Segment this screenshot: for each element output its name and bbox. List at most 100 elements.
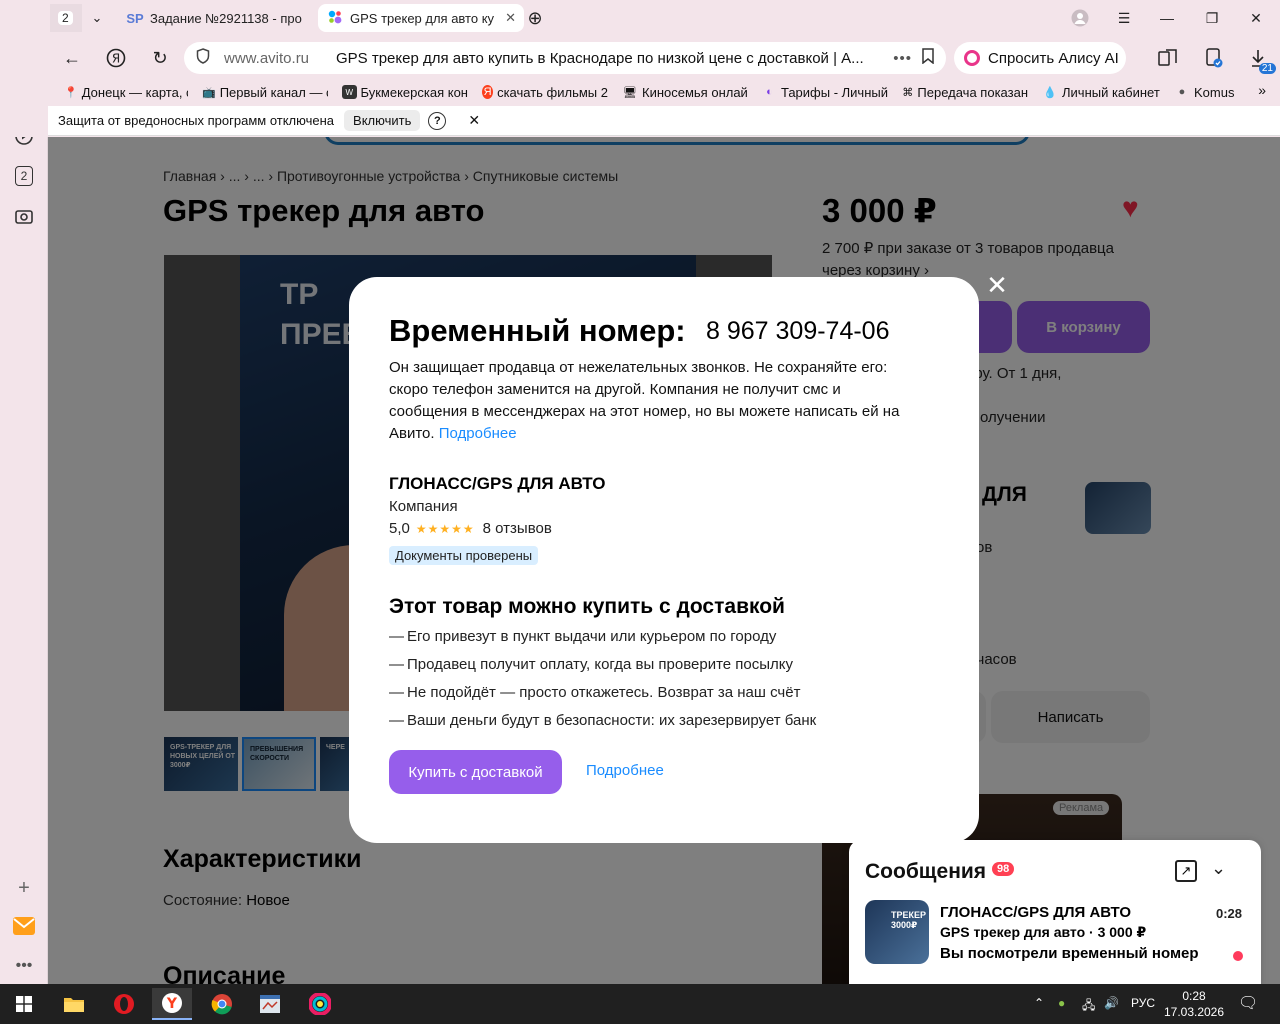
bookmark-bookmaker[interactable]: W Букмекерская кон <box>342 85 468 100</box>
tab-assignment[interactable]: SP Задание №2921138 - про <box>118 4 314 32</box>
bookmark-label: Komus <box>1194 84 1235 100</box>
system-clock[interactable]: 0:28 17.03.2026 <box>1162 988 1226 1020</box>
ask-alice-button[interactable]: Спросить Алису AI <box>954 42 1126 74</box>
reviews-count-link[interactable]: 8 отзывов <box>483 520 552 537</box>
bookmark-donetsk-map[interactable]: 📍 Донецк — карта, с <box>64 85 188 100</box>
tray-app-icon[interactable]: ● <box>1058 996 1065 1010</box>
chat-item-title[interactable]: GPS трекер для авто · 3 000 ₽ <box>940 924 1146 941</box>
windows-start-icon[interactable] <box>4 988 44 1020</box>
address-page-title: GPS трекер для авто купить в Краснодаре … <box>336 49 864 67</box>
bookmarks-overflow-icon[interactable]: » <box>1258 82 1266 98</box>
reload-icon[interactable]: ↻ <box>146 44 174 72</box>
delivery-point: — Не подойдёт — просто откажетесь. Возвра… <box>389 684 800 701</box>
menu-hamburger-icon[interactable]: ☰ <box>1109 6 1139 30</box>
bullet-dash: — <box>389 628 404 645</box>
link-icon: ⌘ <box>902 86 914 99</box>
network-icon[interactable]: 🖧 <box>1082 996 1095 1017</box>
rating-value: 5,0 <box>389 520 410 537</box>
opera-icon[interactable] <box>104 988 144 1020</box>
open-external-icon[interactable]: ↗ <box>1175 860 1197 882</box>
modal-close-icon[interactable]: ✕ <box>985 272 1009 298</box>
rating-stars-icon: ★★★★★ <box>415 521 475 536</box>
yandex-browser-icon[interactable]: Y <box>152 988 192 1020</box>
address-bar[interactable]: www.avito.ru GPS трекер для авто купить … <box>184 42 946 74</box>
close-window-icon[interactable]: ✕ <box>1241 6 1271 30</box>
file-explorer-icon[interactable] <box>54 988 94 1020</box>
bookmark-komus[interactable]: ● Komus <box>1174 85 1236 100</box>
notifications-icon[interactable]: 🗨 <box>1238 993 1258 1013</box>
tv-icon: 📺 <box>202 86 216 99</box>
new-tab-plus-icon[interactable]: ⊕ <box>522 4 548 32</box>
bookmark-label: Личный кабинет <box>1062 84 1160 100</box>
buy-with-delivery-label: Купить с доставкой <box>408 763 543 781</box>
bookmarks-bar: 📍 Донецк — карта, с 📺 Первый канал — с W Бу… <box>48 80 1280 104</box>
yandex-logo-icon[interactable]: Я <box>102 44 130 72</box>
minimize-icon[interactable]: — <box>1152 6 1182 30</box>
delivery-more-link[interactable]: Подробнее <box>586 762 664 779</box>
seller-name[interactable]: ГЛОНАСС/GPS ДЛЯ АВТО <box>389 474 605 494</box>
more-apps-icon[interactable]: ••• <box>12 954 36 978</box>
delivery-point-text: Не подойдёт — просто откажетесь. Возврат… <box>407 684 801 701</box>
screenshot-icon[interactable] <box>12 204 36 228</box>
help-icon[interactable]: ? <box>428 111 447 130</box>
bookmark-label: Тарифы - Личный <box>780 84 888 100</box>
bookmark-tariffs[interactable]: ◐ Тарифы - Личный <box>762 85 888 100</box>
bookmark-label: Передача показан <box>917 84 1028 100</box>
delivery-point-text: Продавец получит оплату, когда вы провер… <box>407 656 794 673</box>
seller-type: Компания <box>389 498 458 515</box>
operator-favicon-icon: ◐ <box>766 86 773 98</box>
chrome-icon[interactable] <box>202 988 242 1020</box>
clock-time: 0:28 <box>1182 989 1206 1003</box>
bookmark-meter-readings[interactable]: ⌘ Передача показан <box>902 85 1028 100</box>
temporary-phone-number[interactable]: 8 967 309-74-06 <box>706 317 889 346</box>
messages-widget: Сообщения 98 ↗ ⌄ ТРЕКЕР 3000₽ ГЛОНАСС/GP… <box>849 840 1261 984</box>
downloads-count-badge: 21 <box>1258 63 1276 74</box>
color-wheel-app-icon[interactable] <box>300 988 340 1020</box>
restore-icon[interactable]: ❐ <box>1197 6 1227 30</box>
chat-avatar[interactable]: ТРЕКЕР 3000₽ <box>865 900 929 964</box>
chat-time: 0:28 <box>1216 906 1243 921</box>
reading-list-icon[interactable] <box>1156 46 1180 70</box>
bullet-dash: — <box>389 656 404 673</box>
tabs-count-icon[interactable]: 2 <box>12 164 36 188</box>
malware-protection-infobar: Защита от вредоносных программ отключена… <box>48 106 1280 136</box>
profile-icon[interactable] <box>1065 6 1095 30</box>
bookmark-icon[interactable] <box>922 48 934 68</box>
komus-favicon-icon: ● <box>1178 86 1186 98</box>
site-security-icon[interactable] <box>196 48 214 68</box>
volume-icon[interactable]: 🔊 <box>1104 996 1119 1010</box>
chat-seller-name[interactable]: ГЛОНАСС/GPS ДЛЯ АВТО <box>940 904 1131 921</box>
bookmark-label: Букмекерская кон <box>360 84 469 100</box>
browser-chrome: 2 ⌄ SP Задание №2921138 - про GPS трекер… <box>0 0 1280 137</box>
tab-list-chevron-icon[interactable]: ⌄ <box>84 4 110 32</box>
bookmark-first-channel[interactable]: 📺 Первый канал — с <box>202 85 328 100</box>
infobar-close-icon[interactable]: ✕ <box>468 112 480 129</box>
bookmark-movies-download[interactable]: Яскачать фильмы 2 <box>482 85 608 100</box>
delivery-heading: Этот товар можно купить с доставкой <box>389 595 785 618</box>
bookmark-kinosemya[interactable]: 🖥 Киносемья онлай <box>622 85 748 100</box>
tab-close-icon[interactable]: ✕ <box>505 10 516 26</box>
app-window-icon[interactable] <box>250 988 290 1020</box>
svg-text:Я: Я <box>112 52 120 66</box>
bullet-dash: — <box>389 684 404 701</box>
chat-last-message[interactable]: Вы посмотрели временный номер <box>940 945 1199 962</box>
add-panel-icon[interactable]: + <box>12 876 36 900</box>
learn-more-link[interactable]: Подробнее <box>439 425 517 442</box>
tab-avito[interactable]: GPS трекер для авто ку ✕ <box>318 4 524 32</box>
bookmark-personal-account[interactable]: 💧 Личный кабинет <box>1042 85 1160 100</box>
downloads-icon[interactable]: 21 <box>1246 46 1276 74</box>
mail-app-icon[interactable] <box>12 914 36 938</box>
page-menu-dots-icon[interactable]: ••• <box>893 50 912 67</box>
enable-protection-button[interactable]: Включить <box>344 110 421 131</box>
tab-group-counter[interactable]: 2 <box>50 4 82 32</box>
collapse-chevron-icon[interactable]: ⌄ <box>1211 858 1226 879</box>
unread-count-badge: 98 <box>992 862 1015 876</box>
back-arrow-icon[interactable]: ← <box>58 44 86 72</box>
tab-label: Задание №2921138 - про <box>150 10 302 26</box>
buy-with-delivery-button[interactable]: Купить с доставкой <box>389 750 562 794</box>
input-language-indicator[interactable]: РУС <box>1131 996 1155 1010</box>
tray-expand-chevron-icon[interactable]: ⌃ <box>1034 996 1044 1010</box>
protect-extension-icon[interactable] <box>1202 46 1226 70</box>
browser-sidebar: 2 + ••• <box>0 0 48 984</box>
avito-favicon-icon <box>326 9 344 28</box>
